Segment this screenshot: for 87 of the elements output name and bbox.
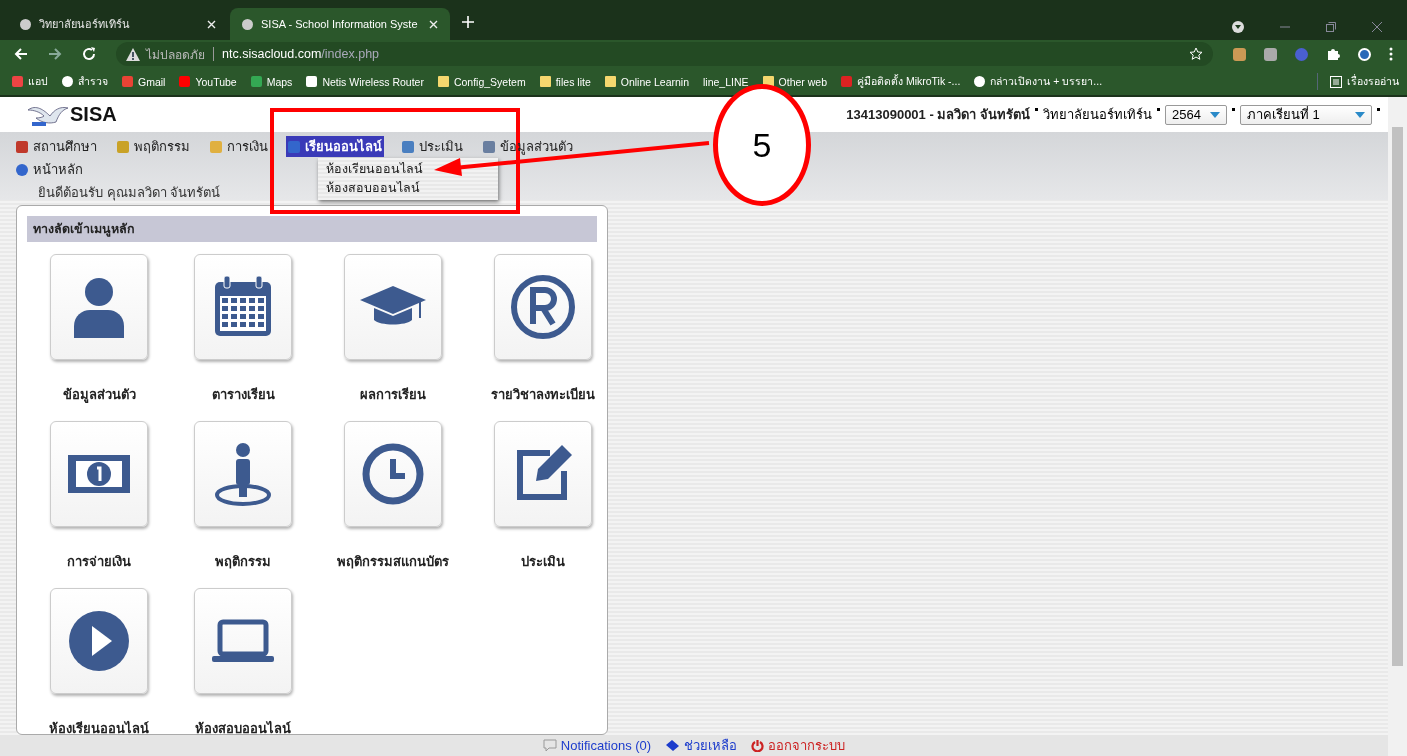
reading-list-button[interactable]: เรื่องรออ่าน (1317, 73, 1407, 90)
footer-link[interactable]: ช่วยเหลือ (665, 735, 738, 756)
shortcut-label[interactable]: พฤติกรรม (215, 551, 271, 572)
bookmark-item[interactable]: Online Learnin (604, 75, 689, 88)
bookmark-item[interactable]: Netis Wireless Router (306, 75, 424, 88)
forward-arrow-icon[interactable] (48, 47, 62, 61)
folder-icon (437, 76, 449, 87)
registered-icon (510, 274, 576, 340)
menu-item[interactable]: การเงิน (208, 136, 270, 157)
speech-bubble-icon (542, 739, 557, 752)
shortcut-tile[interactable] (344, 254, 442, 360)
site-icon (841, 76, 852, 87)
avatar-icon[interactable] (1358, 47, 1371, 61)
term-select[interactable]: ภาคเรียนที่ 1 (1240, 104, 1372, 125)
reload-icon[interactable] (82, 47, 96, 61)
logo-text: SISA (70, 103, 117, 126)
power-icon (751, 739, 765, 752)
list-icon (1330, 75, 1342, 88)
menu-item[interactable]: ประเมิน (400, 136, 465, 157)
site-icon (12, 76, 23, 87)
menu-item[interactable]: เรียนออนไลน์ (286, 136, 384, 157)
bookmark-item[interactable]: สำรวจ (62, 73, 108, 90)
browser-tab[interactable]: วิทยาลัยนอร์ทเทิร์น (8, 8, 228, 40)
back-arrow-icon[interactable] (14, 47, 28, 61)
shortcut-label[interactable]: ห้องสอบออนไลน์ (195, 718, 291, 739)
play-icon (66, 608, 132, 674)
bookmark-item[interactable]: คู่มือติดตั้ง MikroTik -... (841, 73, 961, 90)
more-menu-icon[interactable] (1389, 47, 1393, 61)
scrollbar[interactable] (1388, 97, 1407, 756)
shortcut-label[interactable]: ข้อมูลส่วนตัว (62, 384, 136, 405)
bookmark-item[interactable]: แอป (12, 73, 48, 90)
bookmark-item[interactable]: Gmail (122, 75, 166, 88)
shortcut-tile[interactable] (344, 421, 442, 527)
bookmark-item[interactable]: files lite (539, 75, 591, 88)
footer-link[interactable]: Notifications (0) (542, 738, 652, 753)
shortcut-label[interactable]: พฤติกรรมสแกนบัตร (337, 551, 449, 572)
site-icon (122, 76, 133, 87)
puzzle-icon[interactable] (1326, 47, 1340, 61)
shortcut-tile[interactable] (194, 254, 292, 360)
footer-link[interactable]: ออกจากระบบ (751, 735, 846, 756)
tab-favicon-icon (20, 18, 31, 30)
folder-icon (539, 76, 551, 87)
shortcut-tile[interactable] (494, 254, 592, 360)
extension-icon[interactable] (1264, 47, 1277, 61)
home-menu-item[interactable]: หน้าหลัก (14, 159, 85, 180)
dropdown-item[interactable]: ห้องเรียนออนไลน์ (326, 160, 423, 179)
globe-icon (974, 76, 986, 87)
bookmark-item[interactable]: Maps (250, 75, 293, 88)
warning-icon (126, 47, 140, 61)
shortcut-label[interactable]: ประเมิน (521, 551, 565, 572)
clock-icon (360, 441, 426, 507)
bookmark-item[interactable]: Config_Syetem (437, 75, 526, 88)
tag-icon (665, 739, 681, 752)
dropdown-item[interactable]: ห้องสอบออนไลน์ (326, 179, 420, 198)
site-icon (250, 76, 262, 87)
shortcut-tile[interactable] (50, 588, 148, 694)
shortcut-tile[interactable] (50, 254, 148, 360)
shortcut-tile[interactable] (494, 421, 592, 527)
year-select[interactable]: 2564 (1165, 104, 1227, 125)
bookmark-item[interactable]: กล่าวเปิดงาน + บรรยา... (974, 73, 1103, 90)
tab-favicon-icon (242, 18, 253, 30)
restore-icon[interactable] (1325, 21, 1337, 33)
shortcut-tile[interactable] (194, 421, 292, 527)
site-icon (179, 76, 191, 87)
extension-icon[interactable] (1233, 47, 1246, 61)
site-icon (306, 76, 318, 87)
shortcut-label[interactable]: ห้องเรียนออนไลน์ (49, 718, 149, 739)
shortcut-label[interactable]: การจ่ายเงิน (67, 551, 131, 572)
user-name: 13413090001 - มลวิดา จันทรัตน์ (846, 106, 1030, 124)
panel-title: ทางลัดเข้าเมนูหลัก (27, 216, 597, 242)
shortcut-tile[interactable] (50, 421, 148, 527)
browser-tab[interactable]: SISA - School Information Syste (230, 8, 450, 40)
new-tab-icon[interactable] (462, 16, 474, 28)
menu-item[interactable]: พฤติกรรม (115, 136, 192, 157)
shortcut-label[interactable]: รายวิชาลงทะเบียน (491, 384, 595, 405)
globe-icon (62, 76, 73, 87)
address-field[interactable]: ไม่ปลอดภัย ntc.sisacloud.com/index.php (116, 42, 1213, 66)
menu-item[interactable]: สถานศึกษา (14, 136, 99, 157)
shortcut-tile[interactable] (194, 588, 292, 694)
profile-menu-icon[interactable] (1231, 20, 1245, 34)
shortcut-label[interactable]: ตารางเรียน (211, 384, 275, 405)
folder-icon (604, 76, 616, 87)
shortcut-label[interactable]: ผลการเรียน (360, 384, 426, 405)
welcome-text: ยินดีต้อนรับ คุณมลวิดา จันทรัตน์ (38, 184, 221, 203)
school-name: วิทยาลัยนอร์ทเทิร์น (1043, 106, 1152, 124)
bookmark-star-icon[interactable] (1189, 47, 1203, 61)
bookmark-item[interactable]: YouTube (179, 75, 237, 88)
